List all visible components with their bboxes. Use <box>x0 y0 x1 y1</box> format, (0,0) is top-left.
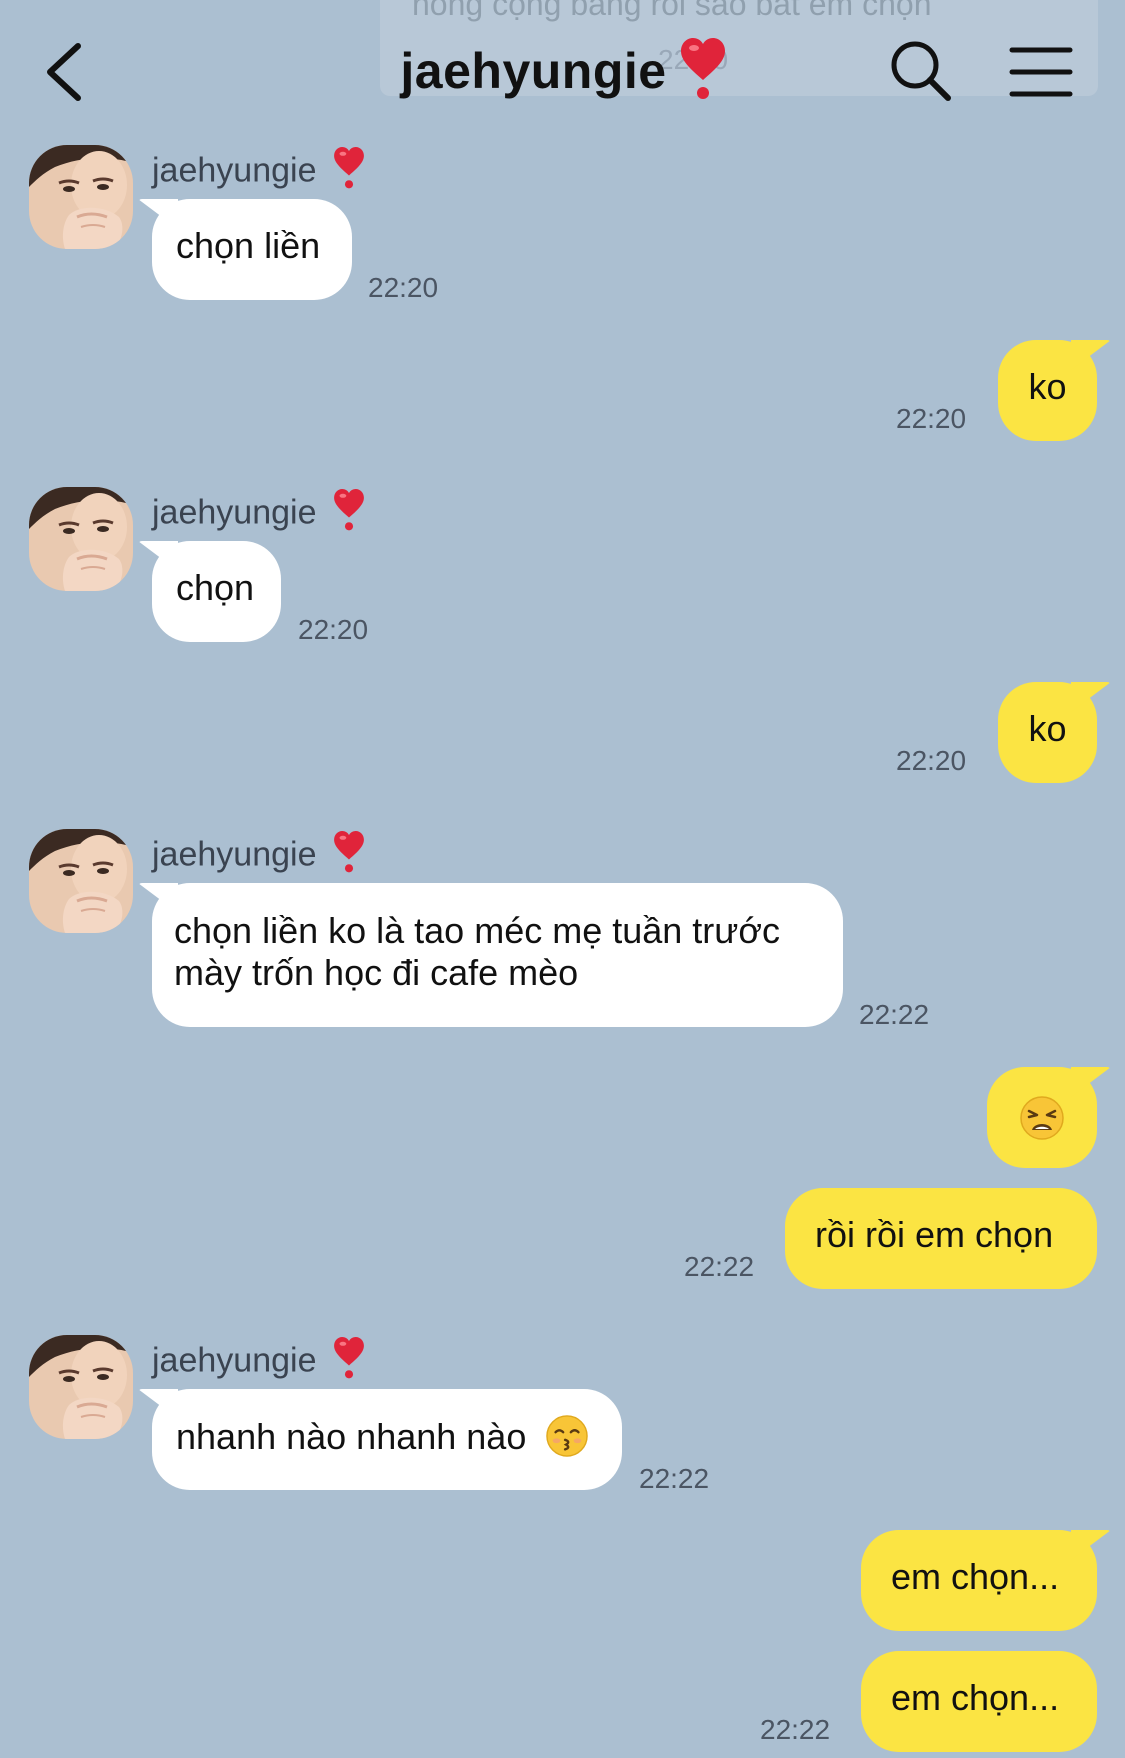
chat-title-text: jaehyungie <box>400 43 667 100</box>
search-button[interactable] <box>888 38 954 104</box>
sender-name: jaehyungie <box>152 831 364 882</box>
back-button[interactable] <box>40 40 96 104</box>
heart-exclamation-icon <box>334 831 364 882</box>
message-time: 22:22 <box>859 999 930 1030</box>
heart-exclamation-icon <box>680 38 725 112</box>
message-time: 22:20 <box>368 272 439 303</box>
sender-name: jaehyungie <box>152 1337 364 1388</box>
incoming-bubble[interactable]: chọn liền <box>152 199 352 300</box>
incoming-bubble[interactable]: chọn liền ko là tao méc mẹ tuần trước mà… <box>152 883 843 1027</box>
message-text: chọn liền <box>176 225 321 266</box>
search-icon <box>891 41 951 101</box>
menu-button[interactable] <box>1008 44 1074 100</box>
chevron-left-icon <box>47 43 81 101</box>
incoming-bubble[interactable]: nhanh nào nhanh nào <box>152 1389 622 1490</box>
incoming-bubble[interactable]: chọn <box>152 541 281 642</box>
sender-name: jaehyungie <box>152 489 364 540</box>
kissing-face-icon <box>546 1415 589 1457</box>
message-time: 22:22 <box>684 1251 755 1282</box>
avatar[interactable] <box>29 487 133 591</box>
message-time: 22:20 <box>896 745 967 776</box>
heart-exclamation-icon <box>334 147 364 198</box>
heart-exclamation-icon <box>334 489 364 540</box>
message-time: 22:22 <box>639 1463 710 1494</box>
previous-message-text: nóng cộng bằng rồi sao bắt em chọn <box>412 0 932 22</box>
message-text-line: chọn liền ko là tao méc mẹ tuần trước <box>174 910 780 951</box>
message-text: nhanh nào nhanh nào <box>176 1416 527 1457</box>
avatar[interactable] <box>29 1335 133 1439</box>
message-time: 22:20 <box>298 614 369 645</box>
chat-title[interactable]: jaehyungie <box>400 38 725 112</box>
weary-face-icon <box>1020 1096 1064 1140</box>
chat-header: nóng cộng bằng rồi sao bắt em chọn 22:20… <box>0 0 1125 145</box>
avatar[interactable] <box>29 829 133 933</box>
message-text: rồi rồi em chọn <box>815 1214 1054 1255</box>
message-time: 22:20 <box>896 403 967 434</box>
message-text-line: mày trốn học đi cafe mèo <box>174 952 579 993</box>
outgoing-bubble[interactable]: ko <box>998 340 1097 441</box>
outgoing-bubble[interactable]: rồi rồi em chọn <box>785 1188 1097 1289</box>
outgoing-bubble[interactable]: em chọn... <box>861 1530 1097 1631</box>
outgoing-bubble[interactable]: ko <box>998 682 1097 783</box>
heart-exclamation-icon <box>334 1337 364 1388</box>
message-text: chọn <box>176 567 255 608</box>
message-text: ko <box>1028 708 1067 749</box>
hamburger-menu-icon <box>1009 47 1073 97</box>
outgoing-bubble[interactable]: em chọn... <box>861 1651 1097 1752</box>
message-text: ko <box>1028 366 1067 407</box>
message-time: 22:22 <box>760 1714 831 1745</box>
message-text: em chọn... <box>891 1677 1060 1718</box>
sender-name: jaehyungie <box>152 147 364 198</box>
message-text: em chọn... <box>891 1556 1060 1597</box>
avatar[interactable] <box>29 145 133 249</box>
outgoing-bubble[interactable] <box>987 1067 1097 1168</box>
